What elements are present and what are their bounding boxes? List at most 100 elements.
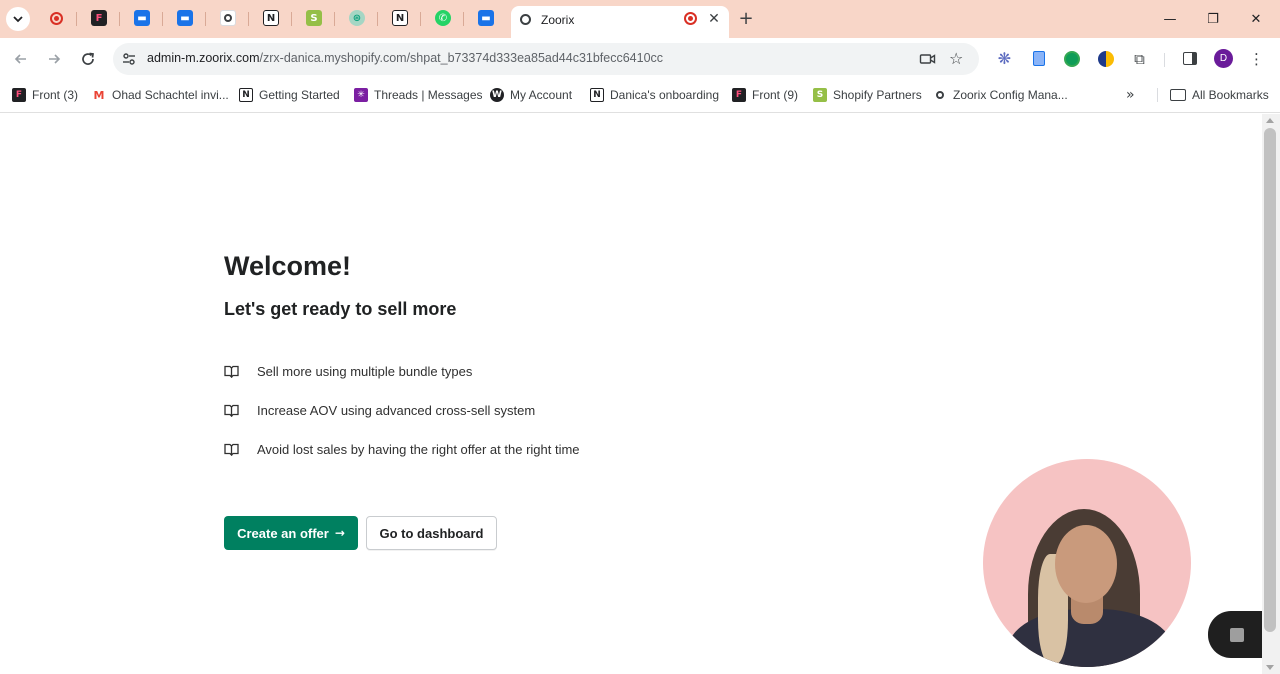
restore-icon[interactable]: ❐ (1203, 9, 1223, 29)
go-to-dashboard-button[interactable]: Go to dashboard (366, 516, 497, 550)
bookmark-front-9[interactable]: F Front (9) (732, 87, 798, 103)
bookmark-my-account[interactable]: W My Account (490, 87, 572, 103)
feature-text: Increase AOV using advanced cross-sell s… (257, 402, 536, 418)
go-to-dashboard-label: Go to dashboard (379, 525, 484, 541)
pinned-tab-7[interactable]: S (305, 9, 323, 27)
forward-button[interactable] (44, 49, 64, 69)
tab-strip: F ▬ ▬ N S ⊛ N ✆ ▬ Zoorix ✕ + — ❐ ✕ (0, 0, 1280, 38)
feature-item-3: Avoid lost sales by having the right off… (224, 440, 580, 458)
pinned-tab-9[interactable]: N (391, 9, 409, 27)
page-content: Welcome! Let's get ready to sell more Se… (0, 114, 1262, 674)
bookmark-danica-onboarding[interactable]: N Danica's onboarding (590, 87, 719, 103)
whatsapp-icon: ✆ (435, 10, 451, 26)
active-tab-title: Zoorix (541, 13, 575, 27)
notion-icon: N (392, 10, 408, 26)
active-tab[interactable]: Zoorix ✕ (511, 6, 729, 38)
feature-text: Avoid lost sales by having the right off… (257, 441, 580, 457)
notion-icon: N (263, 10, 279, 26)
zoorix-icon (933, 88, 947, 102)
notion-icon: N (590, 88, 604, 102)
front-icon: F (12, 88, 26, 102)
folder-icon (1170, 89, 1186, 101)
back-button[interactable] (11, 49, 31, 69)
chevron-down-icon (13, 16, 23, 23)
reload-icon (82, 52, 94, 65)
bookmark-ohad[interactable]: M Ohad Schachtel invi... (92, 87, 229, 103)
feature-item-2: Increase AOV using advanced cross-sell s… (224, 401, 535, 419)
url-path: /zrx-danica.myshopify.com/shpat_b73374d3… (259, 51, 664, 65)
pinned-tab-5[interactable] (219, 9, 237, 27)
stop-recording-button[interactable] (1208, 611, 1262, 658)
close-tab-icon[interactable]: ✕ (706, 10, 722, 26)
pinned-tab-6[interactable]: N (262, 9, 280, 27)
zoorix-icon (220, 10, 236, 26)
chatgpt-icon: ⊛ (349, 10, 365, 26)
browser-toolbar: admin-m.zoorix.com/zrx-danica.myshopify.… (0, 38, 1280, 79)
scroll-down-icon[interactable] (1266, 665, 1274, 670)
extension-3-icon[interactable] (1063, 50, 1080, 67)
extensions-puzzle-icon[interactable]: ⧉ (1131, 50, 1148, 68)
create-offer-label: Create an offer (237, 525, 329, 541)
zoorix-icon (520, 14, 531, 25)
extension-1-icon[interactable]: ❋ (996, 49, 1013, 68)
address-bar[interactable]: admin-m.zoorix.com/zrx-danica.myshopify.… (113, 43, 979, 75)
url-host: admin-m.zoorix.com (147, 51, 260, 65)
book-icon (224, 443, 239, 456)
extension-4-icon[interactable] (1097, 50, 1114, 67)
book-icon (224, 404, 239, 417)
pinned-tab-8[interactable]: ⊛ (348, 9, 366, 27)
page-scrollbar[interactable] (1262, 114, 1280, 674)
close-window-icon[interactable]: ✕ (1246, 9, 1266, 29)
pinned-tab-3[interactable]: ▬ (133, 9, 151, 27)
front-icon: F (732, 88, 746, 102)
new-tab-button[interactable]: + (737, 8, 755, 29)
feature-text: Sell more using multiple bundle types (257, 363, 473, 379)
threads-icon: ✳ (354, 88, 368, 102)
pinned-tab-11[interactable]: ▬ (477, 9, 495, 27)
arrow-right-icon (49, 54, 61, 64)
page-subtitle: Let's get ready to sell more (224, 299, 457, 319)
bookmark-getting-started[interactable]: N Getting Started (239, 87, 340, 103)
pinned-tab-1[interactable] (47, 9, 65, 27)
page-title: Welcome! (224, 251, 352, 281)
tab-search-button[interactable] (6, 7, 30, 31)
notion-icon: N (239, 88, 253, 102)
minimize-icon[interactable]: — (1160, 9, 1180, 29)
book-icon (224, 365, 239, 378)
recording-indicator-icon (684, 12, 697, 25)
bookmarks-bar: F Front (3) M Ohad Schachtel invi... N G… (0, 79, 1280, 113)
pinned-tab-4[interactable]: ▬ (176, 9, 194, 27)
messages-icon: ▬ (134, 10, 150, 26)
front-icon: F (91, 10, 107, 26)
scroll-up-icon[interactable] (1266, 118, 1274, 123)
arrow-left-icon (14, 54, 26, 64)
messages-icon: ▬ (177, 10, 193, 26)
bookmarks-overflow-button[interactable]: » (1126, 87, 1135, 103)
reload-button[interactable] (78, 49, 98, 69)
bookmark-threads[interactable]: ✳ Threads | Messages (354, 87, 483, 103)
profile-avatar[interactable]: D (1214, 49, 1233, 68)
menu-kebab-icon[interactable]: ⋮ (1248, 50, 1265, 68)
shopify-icon: S (306, 10, 322, 26)
side-panel-icon[interactable] (1181, 50, 1198, 67)
pinned-tab-10[interactable]: ✆ (434, 9, 452, 27)
account-icon: W (490, 88, 504, 102)
gmail-icon: M (92, 88, 106, 102)
url-text[interactable]: admin-m.zoorix.com/zrx-danica.myshopify.… (147, 51, 663, 65)
site-settings-icon[interactable] (121, 51, 137, 67)
webcam-overlay (983, 459, 1191, 667)
pinned-tab-2[interactable]: F (90, 9, 108, 27)
all-bookmarks-button[interactable]: All Bookmarks (1170, 87, 1269, 103)
camera-icon[interactable] (919, 51, 936, 67)
bookmark-front-3[interactable]: F Front (3) (12, 87, 78, 103)
record-icon (49, 11, 63, 25)
arrow-right-icon: → (334, 526, 345, 540)
scrollbar-thumb[interactable] (1264, 128, 1276, 632)
extension-2-icon[interactable] (1030, 50, 1047, 67)
shopify-icon: S (813, 88, 827, 102)
create-offer-button[interactable]: Create an offer → (224, 516, 358, 550)
bookmark-shopify-partners[interactable]: S Shopify Partners (813, 87, 922, 103)
bookmark-zoorix-config[interactable]: Zoorix Config Mana... (933, 87, 1068, 103)
bookmark-star-icon[interactable]: ☆ (949, 49, 963, 68)
stop-icon (1230, 627, 1244, 642)
